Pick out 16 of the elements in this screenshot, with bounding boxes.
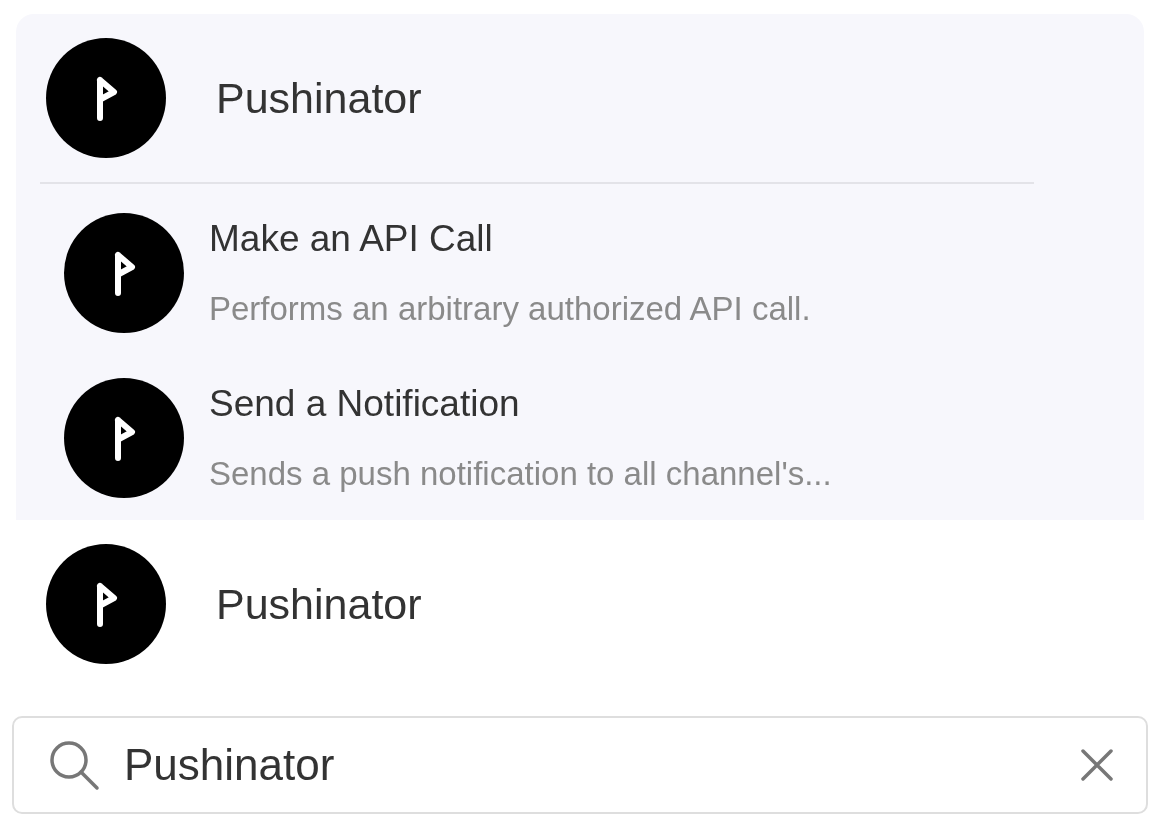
search-field[interactable]: Pushinator [12,716,1148,814]
action-description: Performs an arbitrary authorized API call. [209,288,811,329]
app-row[interactable]: Pushinator [16,14,1144,182]
action-title: Send a Notification [209,381,521,426]
search-icon [48,739,100,791]
action-description: Sends a push notification to all channel's... [209,453,832,494]
app-name: Pushinator [216,72,422,124]
app-row[interactable]: Pushinator [16,520,1144,688]
action-title: Make an API Call [209,216,494,261]
action-item[interactable]: Send a Notification Sends a push notification to all channel's... [16,355,1144,520]
logo-icon [46,544,166,664]
app-name: Pushinator [216,578,422,630]
logo-icon [64,377,184,498]
action-item[interactable]: Make an API Call Performs an arbitrary authorized API call. [16,190,1144,355]
logo-icon [46,38,166,158]
logo-icon [64,212,184,333]
